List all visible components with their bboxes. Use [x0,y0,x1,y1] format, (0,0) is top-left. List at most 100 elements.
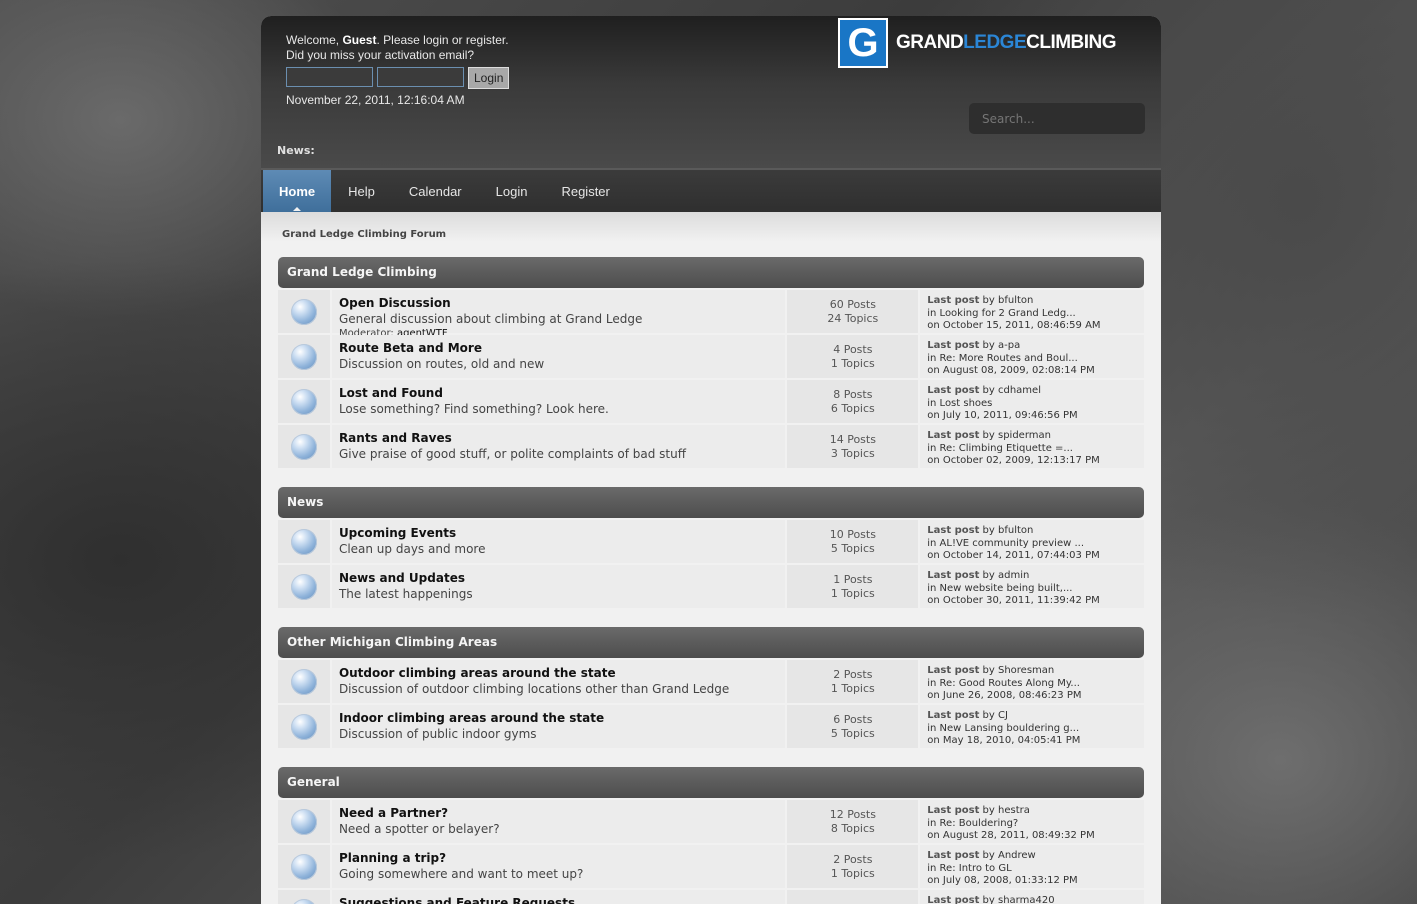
last-post-line: Last post by sharma420 [927,895,1144,904]
board-globe-icon[interactable] [290,388,317,415]
username-input[interactable] [286,67,373,87]
main-menu: Home Help Calendar Login Register [261,168,1161,212]
board-icon-cell [278,660,330,703]
last-post-topic[interactable]: in Re: Intro to GL [927,863,1144,876]
last-post-author[interactable]: by CJ [983,710,1008,721]
board-description: Discussion of outdoor climbing locations… [338,682,730,696]
menu-item-calendar[interactable]: Calendar [392,170,479,212]
last-post-label: Last post [927,430,980,441]
last-post-author[interactable]: by bfulton [983,525,1034,536]
menu-item-home[interactable]: Home [263,170,332,212]
forum-wrapper: Welcome, Guest. Please login or register… [261,16,1161,904]
menu-item-help[interactable]: Help [331,170,392,212]
board-posts: 14 Posts [829,432,876,446]
board-stats: 2 Posts 1 Topics [787,660,919,703]
board-stats: 6 Posts 5 Topics [787,705,919,748]
last-post-author[interactable]: by bfulton [983,295,1034,306]
last-post-label: Last post [927,895,980,904]
board-globe-icon[interactable] [290,898,317,904]
last-post-topic[interactable]: in Re: More Routes and Boul... [927,353,1144,366]
board-globe-icon[interactable] [290,573,317,600]
guest-name: Guest [342,33,377,47]
board-globe-icon[interactable] [290,808,317,835]
board-globe-icon[interactable] [290,433,317,460]
board-description: The latest happenings [338,587,473,601]
last-post-label: Last post [927,850,980,861]
board-posts: 12 Posts [829,807,876,821]
password-input[interactable] [377,67,464,87]
board-last-post: Last post by a-pa in Re: More Routes and … [920,335,1144,378]
board-index: Grand Ledge Climbing Open Discussion Gener… [278,257,1144,904]
last-post-author[interactable]: by hestra [983,805,1030,816]
board-globe-icon[interactable] [290,528,317,555]
board-icon-cell [278,705,330,748]
last-post-topic[interactable]: in Re: Bouldering? [927,818,1144,831]
board-globe-icon[interactable] [290,343,317,370]
category-header[interactable]: Other Michigan Climbing Areas [278,627,1144,658]
board-posts: 10 Posts [829,527,876,541]
board-title[interactable]: Rants and Raves [339,430,785,446]
board-title[interactable]: News and Updates [339,570,785,586]
site-logo[interactable]: G GRANDLEDGECLIMBING [838,18,1117,68]
last-post-topic[interactable]: in Re: Good Routes Along My... [927,678,1144,691]
search-input[interactable] [969,103,1145,134]
last-post-line: Last post by bfulton [927,295,1144,308]
board-title[interactable]: Planning a trip? [339,850,785,866]
last-post-topic[interactable]: in Re: Climbing Etiquette =... [927,443,1144,456]
last-post-author[interactable]: by Andrew [983,850,1036,861]
board-info: Upcoming Events Clean up days and more [331,520,786,563]
category-header[interactable]: Grand Ledge Climbing [278,257,1144,288]
board-description: Give praise of good stuff, or polite com… [338,447,687,461]
board-title[interactable]: Open Discussion [339,295,785,311]
menu-item-register[interactable]: Register [544,170,626,212]
last-post-topic[interactable]: in New website being built,... [927,583,1144,596]
last-post-topic[interactable]: in Lost shoes [927,398,1144,411]
board-last-post: Last post by hestra in Re: Bouldering? on … [920,800,1144,843]
board-row: Rants and Raves Give praise of good stuff… [278,425,1144,468]
last-post-author[interactable]: by spiderman [983,430,1051,441]
last-post-author[interactable]: by admin [983,570,1030,581]
category-header[interactable]: News [278,487,1144,518]
board-stats: 1 Posts 1 Topics [787,565,919,608]
board-icon-cell [278,890,330,904]
board-description: Discussion of public indoor gyms [338,727,537,741]
main-content: Grand Ledge Climbing Forum Grand Ledge C… [261,212,1161,904]
last-post-topic[interactable]: in New Lansing bouldering g... [927,723,1144,736]
board-title[interactable]: Route Beta and More [339,340,785,356]
board-info: Need a Partner? Need a spotter or belayer… [331,800,786,843]
news-label: News: [277,144,315,157]
board-last-post: Last post by admin in New website being b… [920,565,1144,608]
last-post-topic[interactable]: in Looking for 2 Grand Ledg... [927,308,1144,321]
board-row: Outdoor climbing areas around the state D… [278,660,1144,703]
board-last-post: Last post by CJ in New Lansing bouldering… [920,705,1144,748]
category-header[interactable]: General [278,767,1144,798]
welcome-suffix[interactable]: . Please login or register. [376,33,508,47]
board-globe-icon[interactable] [290,298,317,325]
board-globe-icon[interactable] [290,853,317,880]
breadcrumb[interactable]: Grand Ledge Climbing Forum [278,212,1144,251]
last-post-date: on October 15, 2011, 08:46:59 AM [927,320,1101,331]
last-post-date: on July 08, 2008, 01:33:12 PM [927,875,1078,886]
last-post-author[interactable]: by Shoresman [983,665,1055,676]
activation-link[interactable]: Did you miss your activation email? [286,48,509,63]
last-post-author[interactable]: by a-pa [983,340,1021,351]
board-title[interactable]: Lost and Found [339,385,785,401]
menu-item-login[interactable]: Login [479,170,545,212]
board-globe-icon[interactable] [290,713,317,740]
last-post-topic[interactable]: in AL!VE community preview ... [927,538,1144,551]
login-button[interactable]: Login [468,67,510,89]
board-title[interactable]: Outdoor climbing areas around the state [339,665,785,681]
current-date: November 22, 2011, 12:16:04 AM [286,93,465,107]
last-post-author[interactable]: by sharma420 [983,895,1055,904]
last-post-line: Last post by CJ [927,710,1144,723]
board-title[interactable]: Need a Partner? [339,805,785,821]
board-title[interactable]: Upcoming Events [339,525,785,541]
board-title[interactable]: Suggestions and Feature Requests [339,895,785,904]
last-post-author[interactable]: by cdhamel [983,385,1041,396]
category-spacer [278,608,1144,621]
board-globe-icon[interactable] [290,668,317,695]
header: Welcome, Guest. Please login or register… [261,16,1161,168]
board-posts: 6 Posts [833,712,873,726]
board-title[interactable]: Indoor climbing areas around the state [339,710,785,726]
board-posts: 4 Posts [833,342,873,356]
